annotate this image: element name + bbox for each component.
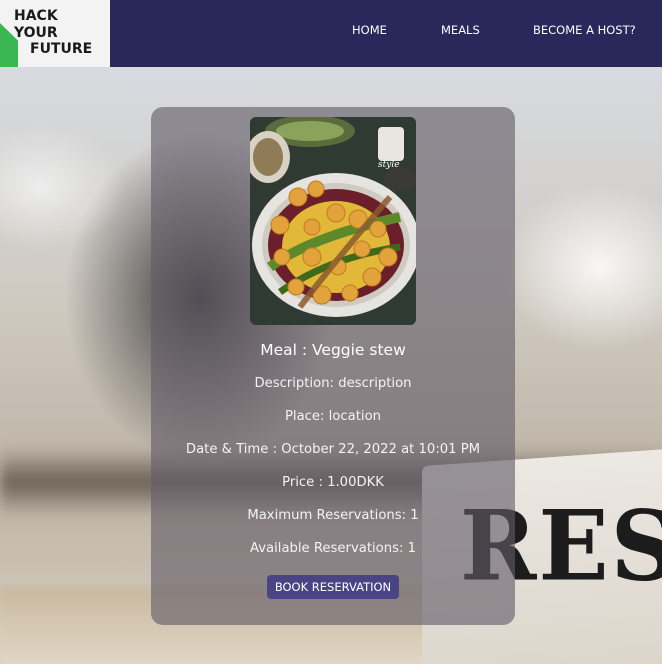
meal-image: style [250, 117, 416, 325]
navbar: HACK YOUR FUTURE HOME MEALS BECOME A HOS… [0, 0, 662, 67]
logo-text-line-2: YOUR [14, 24, 58, 41]
meal-title: Meal : Veggie stew [260, 341, 406, 359]
logo-text-line-3: FUTURE [30, 41, 93, 57]
nav-home[interactable]: HOME [352, 23, 387, 37]
meal-price: Price : 1.00DKK [282, 475, 384, 490]
logo-text-line-1: HACK [14, 8, 58, 24]
meal-image-caption: style [378, 160, 400, 170]
meal-available-reservations: Available Reservations: 1 [249, 541, 416, 556]
meal-max-reservations: Maximum Reservations: 1 [247, 508, 419, 523]
nav-meals[interactable]: MEALS [441, 23, 480, 37]
meal-description: Description: description [254, 376, 412, 391]
logo[interactable]: HACK YOUR FUTURE [0, 0, 110, 67]
meal-card: style Meal : Veggie stew Description: de… [151, 107, 515, 625]
book-reservation-button[interactable]: BOOK RESERVATION [267, 575, 399, 599]
meal-photo-icon: style [250, 117, 416, 325]
meal-place: Place: location [284, 409, 382, 424]
meal-date-time: Date & Time : October 22, 2022 at 10:01 … [185, 442, 481, 457]
nav-become-host[interactable]: BECOME A HOST? [533, 23, 636, 37]
